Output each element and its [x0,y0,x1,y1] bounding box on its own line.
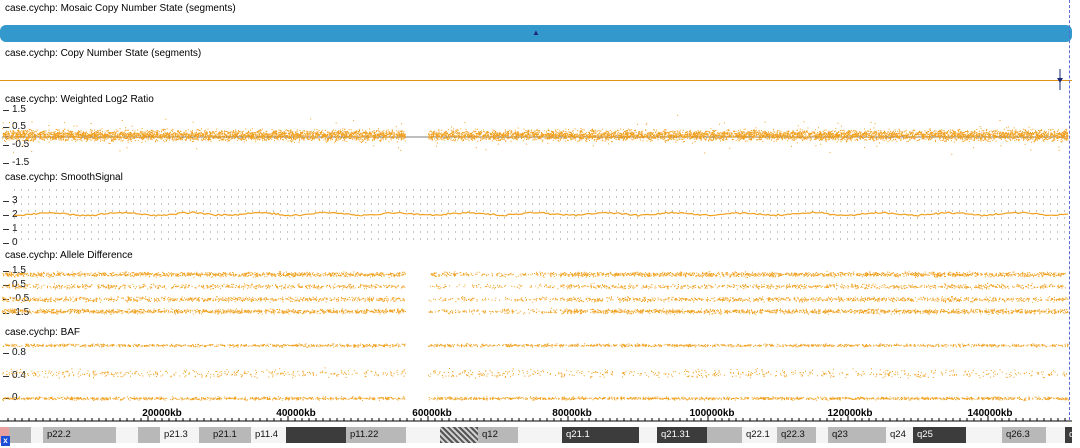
scrollbar-gutter [1072,0,1080,448]
ideogram-band[interactable] [816,427,828,443]
cursor-guide-line [1069,0,1070,420]
ideogram-band[interactable]: q22.3 [777,427,816,443]
genome-browser: case.cychp: Mosaic Copy Number State (se… [0,0,1080,448]
ideogram-band[interactable]: p21.1 [209,427,251,443]
ruler-label: 40000kb [276,408,316,419]
ideogram-band-label: q26.3 [1006,429,1030,440]
ideogram-band[interactable] [286,427,346,443]
allele-difference-series [2,270,1069,316]
ideogram-band-label: p21.3 [164,429,188,440]
ideogram-band[interactable]: p11.4 [251,427,286,443]
signal-plot-area[interactable] [0,0,1080,448]
ideogram-band[interactable] [440,427,478,443]
ideogram-band[interactable]: q23 [828,427,886,443]
ideogram-band-label: p22.2 [47,429,71,440]
ideogram-band-label: q21.31 [661,429,691,440]
ruler-label: 140000kb [967,408,1013,419]
ideogram-band-label: q23 [832,429,848,440]
baf-series [2,343,1069,401]
log2-ratio-series [2,114,1069,155]
ideogram-band-label: q24 [890,429,906,440]
ruler-label: 80000kb [552,408,592,419]
ruler-label: 100000kb [689,408,735,419]
ideogram-band[interactable] [199,427,209,443]
ideogram-band[interactable] [966,427,1002,443]
ideogram-band[interactable] [1046,427,1065,443]
log2-ratio-series-points [2,114,1069,155]
ideogram-band[interactable]: p21.3 [160,427,199,443]
ideogram-band-label: q22.3 [781,429,805,440]
ideogram-band-label: q12 [482,429,498,440]
ideogram-band[interactable]: q24 [886,427,913,443]
ideogram-band[interactable] [707,427,742,443]
ideogram-band[interactable]: q26.3 [1002,427,1046,443]
ideogram-band[interactable]: p22.2 [43,427,116,443]
ideogram-band[interactable]: q27.3 [1065,427,1072,443]
ruler-label: 60000kb [412,408,452,419]
ideogram-band-label: q27.3 [1069,429,1072,440]
ideogram-band-label: p11.4 [255,429,279,440]
ideogram-band[interactable] [406,427,440,443]
ideogram-band[interactable]: q12 [478,427,518,443]
ideogram-band[interactable] [639,427,657,443]
ruler-label: 120000kb [827,408,873,419]
baf-series-points [2,343,1069,401]
ideogram-band-label: q22.1 [746,429,770,440]
ideogram-band-label: q21.1 [566,429,590,440]
smooth-signal-line [13,211,1069,218]
ideogram-band-label: p11.22 [350,429,379,440]
ideogram-band[interactable]: p11.22 [346,427,406,443]
ideogram-band[interactable]: q21.31 [657,427,707,443]
ideogram-band-label: p21.1 [213,429,237,440]
ideogram-band[interactable] [31,427,43,443]
ideogram-band[interactable] [138,427,160,443]
allele-difference-series-points [2,270,1069,316]
ideogram-band[interactable] [518,427,562,443]
ideogram-band-label: q25 [917,429,933,440]
ideogram-band[interactable] [116,427,138,443]
ideogram-band[interactable]: q25 [913,427,966,443]
ideogram-band[interactable]: q22.1 [742,427,777,443]
ideogram-band[interactable]: q21.1 [562,427,639,443]
ruler-label: 20000kb [142,408,182,419]
close-icon[interactable]: x [1,436,10,446]
ideogram-band[interactable] [9,427,31,443]
